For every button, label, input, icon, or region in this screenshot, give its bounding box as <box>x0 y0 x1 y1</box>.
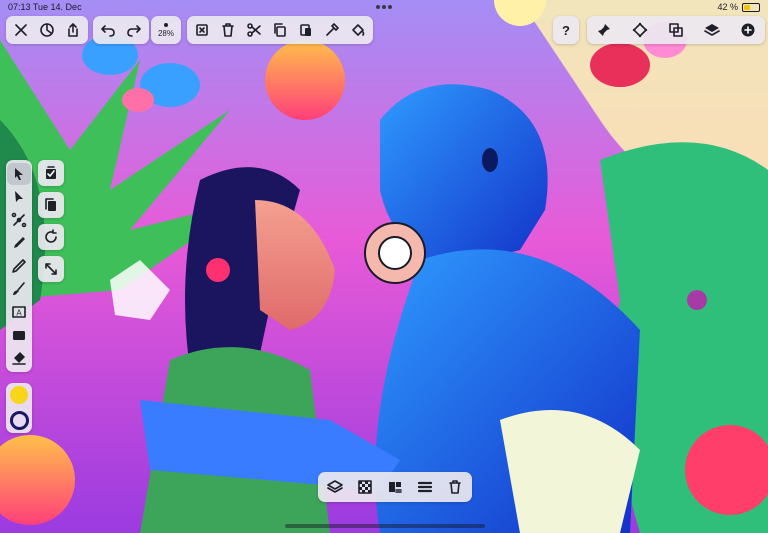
checker-icon[interactable] <box>352 474 378 500</box>
zoom-indicator-dot <box>164 22 168 27</box>
selection-toolbar <box>318 472 472 502</box>
stroke-color-swatch[interactable] <box>9 410 29 430</box>
transform-icon[interactable] <box>627 17 653 43</box>
eyedropper-icon[interactable] <box>319 17 345 43</box>
dragonfly <box>687 290 707 310</box>
check-square-icon[interactable] <box>38 160 64 186</box>
multitasking-dots[interactable] <box>376 5 392 9</box>
paint-bucket-icon[interactable] <box>345 17 371 43</box>
align-icon[interactable] <box>382 474 408 500</box>
paste-icon[interactable] <box>293 17 319 43</box>
history-toolbar <box>93 16 149 44</box>
layers-icon[interactable] <box>699 17 725 43</box>
pencil-icon[interactable] <box>7 255 31 277</box>
help-button[interactable]: ? <box>553 16 579 44</box>
robot-eye <box>482 148 498 172</box>
edit-toolbar <box>187 16 373 44</box>
battery-label: 42 % <box>717 2 738 12</box>
pointer-icon[interactable] <box>7 163 31 185</box>
redo-icon[interactable] <box>121 17 147 43</box>
object-toolbar <box>587 16 765 44</box>
settings-icon[interactable] <box>34 17 60 43</box>
color-palette <box>6 383 32 433</box>
node-edit-icon[interactable] <box>7 209 31 231</box>
fill-color-swatch[interactable] <box>10 386 28 405</box>
zoom-level: 28% <box>157 28 174 38</box>
help-label: ? <box>562 22 570 38</box>
duplicate-icon[interactable] <box>38 192 64 218</box>
rectangle-icon[interactable] <box>7 324 31 346</box>
status-battery: 42 % <box>717 2 760 12</box>
scissors-icon[interactable] <box>241 17 267 43</box>
undo-icon[interactable] <box>95 17 121 43</box>
share-icon[interactable] <box>60 17 86 43</box>
flower-top <box>265 40 345 120</box>
brush-cursor[interactable] <box>364 222 426 284</box>
text-icon[interactable]: A <box>7 301 31 323</box>
status-date: Tue 14. Dec <box>32 2 82 12</box>
add-icon[interactable] <box>735 17 761 43</box>
distribute-icon[interactable] <box>412 474 438 500</box>
eraser-icon[interactable] <box>7 347 31 369</box>
battery-icon <box>742 2 760 12</box>
brush-icon[interactable] <box>7 278 31 300</box>
trash-icon[interactable] <box>215 17 241 43</box>
woman-hair-flower <box>206 258 230 282</box>
delete-icon[interactable] <box>442 474 468 500</box>
pen-icon[interactable] <box>7 232 31 254</box>
home-indicator[interactable] <box>285 524 485 528</box>
arrange-icon[interactable] <box>663 17 689 43</box>
select-box-icon[interactable] <box>189 17 215 43</box>
tools-panel: A <box>6 160 32 372</box>
resize-icon[interactable] <box>38 256 64 282</box>
copy-icon[interactable] <box>267 17 293 43</box>
close-icon[interactable] <box>8 17 34 43</box>
direct-select-icon[interactable] <box>7 186 31 208</box>
zoom-control[interactable]: 28% <box>151 16 181 44</box>
tool-options-panel <box>37 160 65 282</box>
file-toolbar <box>6 16 88 44</box>
status-time: 07:13 <box>8 2 31 12</box>
layers-stack-icon[interactable] <box>322 474 348 500</box>
status-time-date: 07:13 Tue 14. Dec <box>8 2 82 12</box>
text-tool-label: A <box>16 309 22 318</box>
rotate-icon[interactable] <box>38 224 64 250</box>
pin-icon[interactable] <box>591 17 617 43</box>
